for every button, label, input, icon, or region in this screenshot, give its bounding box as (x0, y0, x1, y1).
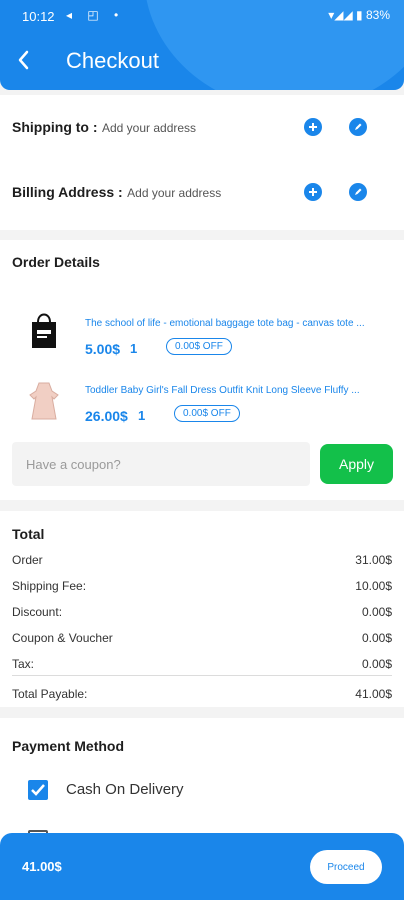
plus-icon (309, 123, 317, 131)
payment-method-title: Payment Method (12, 738, 125, 754)
proceed-button[interactable]: Proceed (310, 850, 382, 884)
product-price: 5.00$ (85, 341, 121, 357)
check-icon (31, 784, 45, 796)
total-row-label: Shipping Fee: (12, 579, 87, 593)
total-payable-row: Total Payable: 41.00$ (12, 687, 392, 701)
product-name: Toddler Baby Girl's Fall Dress Outfit Kn… (85, 385, 360, 396)
total-row-label: Discount: (12, 605, 63, 619)
discount-badge: 0.00$ OFF (174, 405, 240, 422)
billing-row[interactable]: Billing Address : Add your address (12, 184, 221, 202)
discount-badge: 0.00$ OFF (166, 338, 232, 355)
total-payable-value: 41.00$ (355, 687, 392, 701)
coupon-placeholder: Have a coupon? (26, 457, 121, 472)
total-row-value: 31.00$ (355, 553, 392, 567)
status-right: ▾◢◢ ▮ 83% (328, 8, 390, 22)
pencil-icon (355, 123, 362, 130)
total-row-value: 0.00$ (361, 657, 392, 671)
pencil-icon (355, 188, 362, 195)
product-qty: 1 (130, 341, 138, 356)
apply-label: Apply (338, 456, 375, 472)
total-row-label: Coupon & Voucher (12, 631, 113, 645)
battery-level: 83% (365, 8, 390, 22)
tote-bag-image (32, 313, 56, 348)
chevron-left-icon (18, 50, 29, 70)
apply-coupon-button[interactable]: Apply (320, 444, 393, 484)
payment-option-cod[interactable]: Cash On Delivery (28, 778, 288, 802)
add-billing-button[interactable] (304, 183, 322, 201)
checkout-bottom-bar: 41.00$ Proceed (0, 833, 404, 900)
total-row-coupon: Coupon & Voucher 0.00$ (12, 631, 392, 645)
checkbox-checked[interactable] (28, 780, 48, 800)
shipping-row[interactable]: Shipping to : Add your address (12, 119, 196, 137)
product-price: 26.00$ (85, 408, 128, 424)
total-row-label: Tax: (12, 657, 35, 671)
signal-icon: ▾◢◢ ▮ (328, 8, 366, 22)
total-row-order: Order 31.00$ (12, 553, 392, 567)
status-bar: 10:12 ◂ ◰ • ▾◢◢ ▮ 83% (0, 0, 404, 32)
add-shipping-button[interactable] (304, 118, 322, 136)
app-header: 10:12 ◂ ◰ • ▾◢◢ ▮ 83% Checkout (0, 0, 404, 90)
dress-image (29, 382, 59, 420)
total-row-discount: Discount: 0.00$ (12, 605, 392, 619)
order-item[interactable]: The school of life - emotional baggage t… (0, 300, 404, 360)
order-item[interactable]: Toddler Baby Girl's Fall Dress Outfit Kn… (0, 365, 404, 425)
product-name: The school of life - emotional baggage t… (85, 318, 365, 329)
shipping-placeholder: Add your address (101, 121, 197, 135)
notification-icons: ◂ ◰ • (66, 8, 125, 22)
shipping-label: Shipping to : (12, 119, 98, 135)
total-row-tax: Tax: 0.00$ (12, 657, 392, 671)
bottom-total: 41.00$ (22, 859, 62, 874)
payment-option-label: Cash On Delivery (66, 781, 184, 798)
total-row-value: 0.00$ (361, 631, 392, 645)
status-time: 10:12 (22, 9, 55, 24)
product-thumbnail (28, 310, 60, 350)
coupon-input[interactable]: Have a coupon? (12, 442, 310, 486)
total-payable-label: Total Payable: (12, 687, 88, 701)
total-divider (12, 675, 392, 676)
order-details-section: Order Details The school of life - emoti… (0, 240, 404, 500)
total-row-value: 10.00$ (355, 579, 392, 593)
billing-label: Billing Address : (12, 184, 123, 200)
total-title: Total (12, 526, 45, 542)
total-row-shipping: Shipping Fee: 10.00$ (12, 579, 392, 593)
back-button[interactable] (12, 48, 36, 72)
address-section: Shipping to : Add your address Billing A… (0, 95, 404, 230)
product-thumbnail (26, 381, 62, 423)
proceed-label: Proceed (327, 861, 365, 873)
total-row-label: Order (12, 553, 43, 567)
edit-billing-button[interactable] (349, 183, 367, 201)
total-row-value: 0.00$ (361, 605, 392, 619)
order-details-title: Order Details (12, 254, 100, 270)
total-section: Total Order 31.00$ Shipping Fee: 10.00$ … (0, 511, 404, 707)
plus-icon (309, 188, 317, 196)
page-title: Checkout (66, 48, 159, 73)
billing-placeholder: Add your address (127, 186, 222, 200)
product-qty: 1 (138, 408, 146, 423)
edit-shipping-button[interactable] (349, 118, 367, 136)
